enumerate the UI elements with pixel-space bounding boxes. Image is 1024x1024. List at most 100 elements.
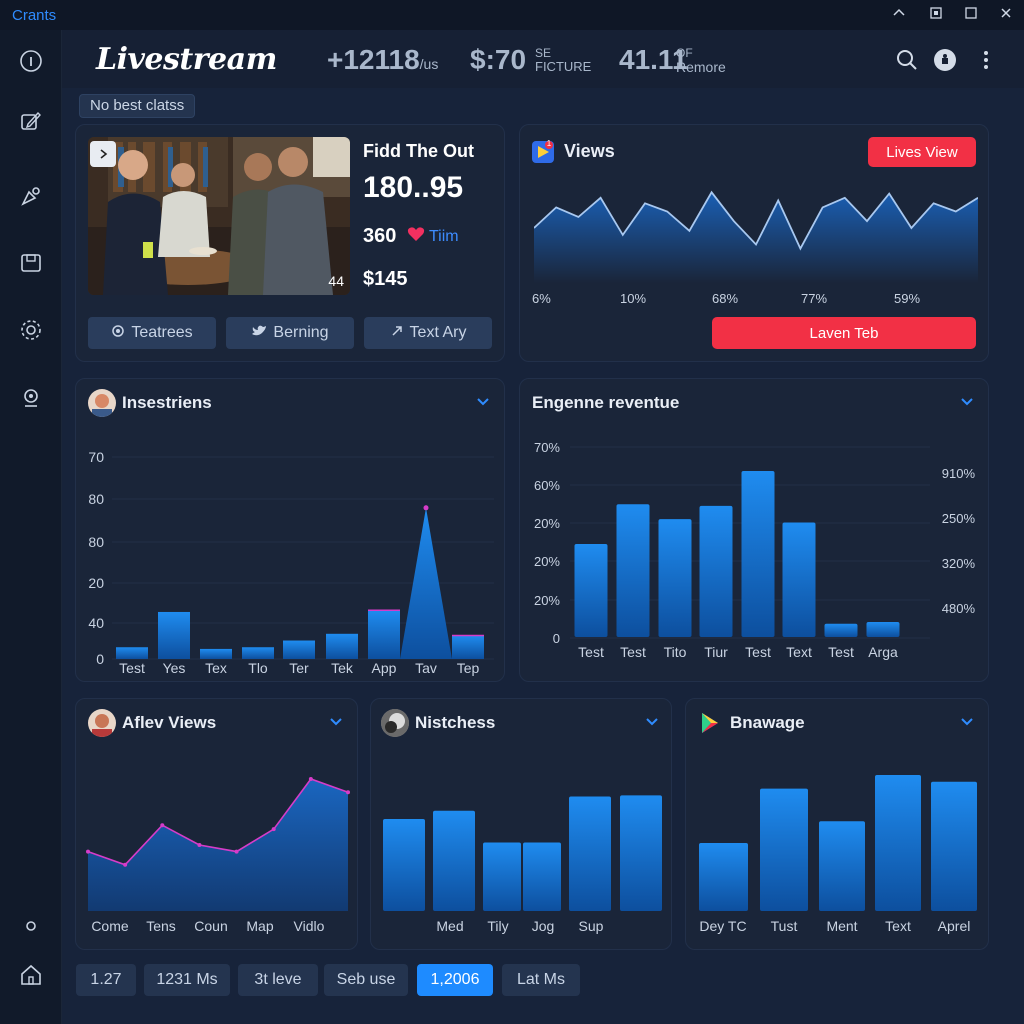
- bar[interactable]: [116, 647, 148, 659]
- footer-button[interactable]: Lat Ms: [502, 964, 580, 996]
- sidebar: [0, 30, 62, 1024]
- bar[interactable]: [699, 505, 733, 637]
- maximize-icon[interactable]: [962, 6, 980, 23]
- y-tick-label: 60%: [534, 478, 560, 493]
- bar[interactable]: [931, 781, 977, 911]
- restore-icon[interactable]: [927, 6, 945, 23]
- teatrees-button[interactable]: Teatrees: [88, 317, 216, 349]
- stat-viewers: +12118/us: [327, 44, 439, 75]
- footer-button[interactable]: Seb use: [324, 964, 408, 996]
- bar[interactable]: [383, 818, 425, 911]
- broadcast-icon[interactable]: [18, 183, 44, 209]
- x-category-label: Tito: [664, 644, 687, 660]
- data-point: [346, 790, 350, 795]
- app-name: Crants: [12, 7, 57, 24]
- bar[interactable]: [368, 610, 400, 659]
- bar[interactable]: [866, 622, 900, 637]
- x-category-label: Tek: [331, 660, 354, 676]
- y-tick-label: 40: [88, 615, 104, 631]
- bar[interactable]: [616, 504, 650, 637]
- bar[interactable]: [283, 640, 315, 659]
- footer-button[interactable]: 3t leve: [238, 964, 318, 996]
- x-category-label: Ment: [826, 918, 857, 934]
- lives-view-button[interactable]: Lives View: [868, 137, 976, 167]
- x-category-label: Test: [620, 644, 646, 660]
- aflev-area-chart: Come Tens Coun Map Vidlo: [86, 777, 350, 934]
- footer-button[interactable]: 1,2006: [417, 964, 493, 996]
- bar[interactable]: [242, 647, 274, 659]
- bar[interactable]: [620, 795, 662, 911]
- edit-icon[interactable]: [18, 108, 44, 134]
- bar[interactable]: [782, 522, 816, 637]
- insestriens-card: Insestriens 70 80 80 20 40 0 Test Yes Tex Tlo Ter T…: [75, 378, 505, 682]
- bar[interactable]: [326, 633, 358, 659]
- bar[interactable]: [824, 623, 858, 637]
- x-category-label: Tens: [146, 918, 176, 934]
- right-axis-label: 250%: [942, 511, 976, 526]
- y-tick-label: 80: [88, 491, 104, 507]
- bar[interactable]: [200, 648, 232, 659]
- x-category-label: Aprel: [938, 918, 971, 934]
- data-point: [308, 777, 313, 781]
- filter-chip[interactable]: No best clatss: [79, 94, 196, 118]
- home-icon[interactable]: [18, 962, 44, 988]
- bar[interactable]: [158, 611, 190, 659]
- bar[interactable]: [452, 635, 484, 659]
- info-icon[interactable]: [18, 48, 44, 74]
- y-tick-label: 0: [96, 651, 104, 667]
- logo: Livestream: [96, 42, 277, 77]
- stat-remote-unit-bottom: Remore: [676, 59, 726, 75]
- x-category-label: Med: [436, 918, 463, 934]
- collapse-icon[interactable]: [890, 6, 908, 23]
- share-arrow-icon: [390, 324, 404, 343]
- y-tick-label: 80: [88, 534, 104, 550]
- settings-gear-icon[interactable]: [18, 317, 44, 343]
- bar[interactable]: [569, 796, 611, 911]
- x-category-label: Yes: [163, 660, 186, 676]
- bnawage-bar-chart: Dey TC Tust Ment Text Aprel: [699, 775, 977, 934]
- close-icon[interactable]: [997, 6, 1015, 23]
- text-ary-button[interactable]: Text Ary: [364, 317, 492, 349]
- footer-button[interactable]: 1.27: [76, 964, 136, 996]
- user-lock-icon[interactable]: [933, 48, 957, 72]
- bar[interactable]: [574, 544, 608, 637]
- laven-teb-button[interactable]: Laven Teb: [712, 317, 976, 349]
- circle-icon: [111, 324, 125, 343]
- bar[interactable]: [819, 821, 865, 911]
- aflev-views-card: Aflev Views Come Tens Coun Map Vidlo: [75, 698, 358, 950]
- x-category-label: Test: [578, 644, 604, 660]
- stream-photo[interactable]: 44: [88, 137, 350, 295]
- right-axis-label: 910%: [942, 466, 976, 481]
- play-button[interactable]: [90, 141, 116, 167]
- bar[interactable]: [699, 843, 748, 911]
- views-x-label: 10%: [620, 291, 647, 306]
- right-axis-label: 320%: [942, 556, 976, 571]
- y-tick-label: 70%: [534, 440, 560, 455]
- search-icon[interactable]: [895, 48, 919, 72]
- stream-card: 44 Fidd The Out 180..95 360 Tiim $145 Te…: [75, 124, 505, 362]
- x-category-label: Dey TC: [699, 918, 746, 934]
- peak-point: [423, 505, 429, 511]
- photo-counter: 44: [328, 273, 344, 289]
- bar[interactable]: [433, 810, 475, 911]
- x-category-label: Tiur: [704, 644, 728, 660]
- y-tick-label: 20: [88, 575, 104, 591]
- media-icon[interactable]: [18, 250, 44, 276]
- x-category-label: Arga: [868, 644, 898, 660]
- bar[interactable]: [658, 519, 692, 637]
- y-tick-label: 20%: [534, 593, 560, 608]
- area: [88, 779, 348, 911]
- views-x-label: 68%: [712, 291, 739, 306]
- bar[interactable]: [875, 775, 921, 911]
- webcam-icon[interactable]: [18, 385, 44, 411]
- berning-button[interactable]: Berning: [226, 317, 354, 349]
- bar[interactable]: [741, 471, 775, 637]
- nistchess-card: Nistchess Med Tily Jog Sup: [370, 698, 672, 950]
- more-menu-icon[interactable]: [974, 48, 998, 72]
- bar[interactable]: [760, 788, 808, 911]
- footer-button[interactable]: 1231 Ms: [144, 964, 230, 996]
- x-category-label: Test: [745, 644, 771, 660]
- bar[interactable]: [483, 842, 521, 911]
- bar[interactable]: [523, 842, 561, 911]
- stat-revenue-unit-top: SE: [535, 46, 552, 60]
